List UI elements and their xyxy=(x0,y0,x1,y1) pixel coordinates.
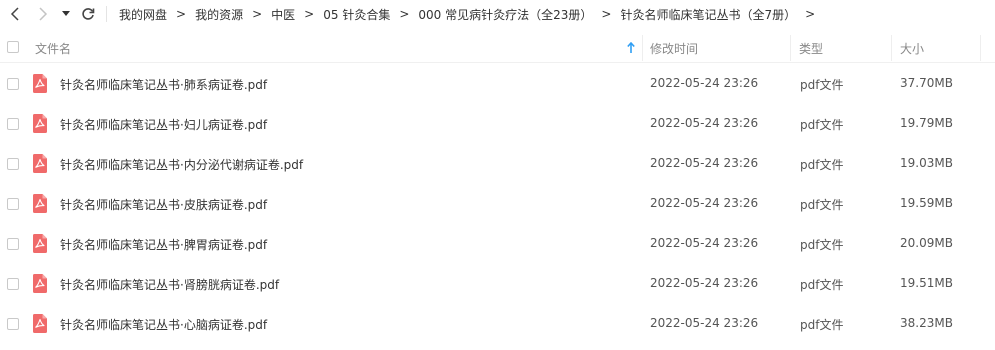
caret-down-icon xyxy=(62,11,70,16)
file-name[interactable]: 针灸名师临床笔记丛书·肺系病证卷.pdf xyxy=(60,76,267,93)
chevron-right-icon xyxy=(39,7,48,21)
file-name[interactable]: 针灸名师临床笔记丛书·心脑病证卷.pdf xyxy=(60,316,267,333)
column-divider[interactable] xyxy=(642,35,643,61)
file-name[interactable]: 针灸名师临床笔记丛书·脾胃病证卷.pdf xyxy=(60,236,267,253)
scrollbar[interactable] xyxy=(982,33,995,350)
file-size: 38.23MB xyxy=(900,316,953,330)
file-size: 37.70MB xyxy=(900,76,953,90)
select-all-checkbox[interactable] xyxy=(7,41,19,53)
breadcrumb-trailing-separator[interactable]: > xyxy=(805,7,815,21)
breadcrumb: 我的网盘 > 我的资源 > 中医 > 05 针灸合集 > 000 常见病针灸疗法… xyxy=(119,4,824,24)
nav-divider xyxy=(106,6,107,22)
pdf-icon xyxy=(33,314,47,333)
file-type: pdf文件 xyxy=(800,118,844,132)
file-type: pdf文件 xyxy=(800,318,844,332)
back-button[interactable] xyxy=(4,3,26,25)
file-name[interactable]: 针灸名师临床笔记丛书·妇儿病证卷.pdf xyxy=(60,116,267,133)
file-type: pdf文件 xyxy=(800,198,844,212)
file-modified-time: 2022-05-24 23:26 xyxy=(650,116,759,130)
arrow-up-icon[interactable] xyxy=(627,42,635,54)
breadcrumb-item-acupuncture-collection[interactable]: 05 针灸合集 xyxy=(323,6,390,23)
file-row[interactable]: 针灸名师临床笔记丛书·妇儿病证卷.pdf 2022-05-24 23:26 pdf文… xyxy=(0,104,995,144)
file-row[interactable]: 针灸名师临床笔记丛书·肾膀胱病证卷.pdf 2022-05-24 23:26 pdf… xyxy=(0,264,995,304)
column-header-name[interactable]: 文件名 xyxy=(35,40,71,57)
row-checkbox[interactable] xyxy=(7,318,19,330)
file-row[interactable]: 针灸名师临床笔记丛书·脾胃病证卷.pdf 2022-05-24 23:26 pdf文… xyxy=(0,224,995,264)
file-type: pdf文件 xyxy=(800,158,844,172)
breadcrumb-item-common-disease-therapy[interactable]: 000 常见病针灸疗法（全23册） xyxy=(418,6,592,23)
file-size: 19.59MB xyxy=(900,196,953,210)
column-divider[interactable] xyxy=(891,35,892,61)
breadcrumb-separator: > xyxy=(252,7,263,21)
row-checkbox[interactable] xyxy=(7,238,19,250)
file-name[interactable]: 针灸名师临床笔记丛书·皮肤病证卷.pdf xyxy=(60,196,267,213)
breadcrumb-item-current-folder[interactable]: 针灸名师临床笔记丛书（全7册） xyxy=(620,6,796,23)
breadcrumb-separator: > xyxy=(176,7,187,21)
column-header-type[interactable]: 类型 xyxy=(799,40,823,57)
file-size: 19.79MB xyxy=(900,116,953,130)
file-modified-time: 2022-05-24 23:26 xyxy=(650,316,759,330)
file-modified-time: 2022-05-24 23:26 xyxy=(650,156,759,170)
file-name[interactable]: 针灸名师临床笔记丛书·内分泌代谢病证卷.pdf xyxy=(60,156,303,173)
pdf-icon xyxy=(33,274,47,293)
pdf-icon xyxy=(33,74,47,93)
file-name[interactable]: 针灸名师临床笔记丛书·肾膀胱病证卷.pdf xyxy=(60,276,279,293)
column-header-size[interactable]: 大小 xyxy=(900,40,924,57)
file-modified-time: 2022-05-24 23:26 xyxy=(650,196,759,210)
breadcrumb-item-my-resources[interactable]: 我的资源 xyxy=(195,6,243,23)
file-list-header: 文件名 修改时间 类型 大小 xyxy=(0,33,995,63)
file-row[interactable]: 针灸名师临床笔记丛书·内分泌代谢病证卷.pdf 2022-05-24 23:26 p… xyxy=(0,144,995,184)
file-size: 19.03MB xyxy=(900,156,953,170)
file-row[interactable]: 针灸名师临床笔记丛书·心脑病证卷.pdf 2022-05-24 23:26 pdf文… xyxy=(0,304,995,344)
forward-button[interactable] xyxy=(32,3,54,25)
file-modified-time: 2022-05-24 23:26 xyxy=(650,236,759,250)
chevron-left-icon xyxy=(10,7,19,21)
file-type: pdf文件 xyxy=(800,78,844,92)
file-modified-time: 2022-05-24 23:26 xyxy=(650,276,759,290)
row-checkbox[interactable] xyxy=(7,278,19,290)
file-size: 20.09MB xyxy=(900,236,953,250)
row-checkbox[interactable] xyxy=(7,158,19,170)
pdf-icon xyxy=(33,234,47,253)
breadcrumb-separator: > xyxy=(304,7,315,21)
row-checkbox[interactable] xyxy=(7,78,19,90)
pdf-icon xyxy=(33,194,47,213)
history-dropdown-button[interactable] xyxy=(58,3,74,25)
navigation-bar: 我的网盘 > 我的资源 > 中医 > 05 针灸合集 > 000 常见病针灸疗法… xyxy=(0,0,995,28)
file-row[interactable]: 针灸名师临床笔记丛书·肺系病证卷.pdf 2022-05-24 23:26 pdf文… xyxy=(0,64,995,104)
breadcrumb-item-my-drive[interactable]: 我的网盘 xyxy=(119,6,167,23)
breadcrumb-separator: > xyxy=(601,7,612,21)
file-row[interactable]: 针灸名师临床笔记丛书·皮肤病证卷.pdf 2022-05-24 23:26 pdf文… xyxy=(0,184,995,224)
file-modified-time: 2022-05-24 23:26 xyxy=(650,76,759,90)
row-checkbox[interactable] xyxy=(7,198,19,210)
row-checkbox[interactable] xyxy=(7,118,19,130)
breadcrumb-item-tcm[interactable]: 中医 xyxy=(271,6,295,23)
column-divider[interactable] xyxy=(790,35,791,61)
file-size: 19.51MB xyxy=(900,276,953,290)
file-type: pdf文件 xyxy=(800,278,844,292)
pdf-icon xyxy=(33,154,47,173)
refresh-button[interactable] xyxy=(77,3,99,25)
refresh-icon xyxy=(82,8,95,20)
pdf-icon xyxy=(33,114,47,133)
column-divider[interactable] xyxy=(980,35,981,61)
file-type: pdf文件 xyxy=(800,238,844,252)
column-header-modified[interactable]: 修改时间 xyxy=(650,40,698,57)
breadcrumb-separator: > xyxy=(399,7,410,21)
